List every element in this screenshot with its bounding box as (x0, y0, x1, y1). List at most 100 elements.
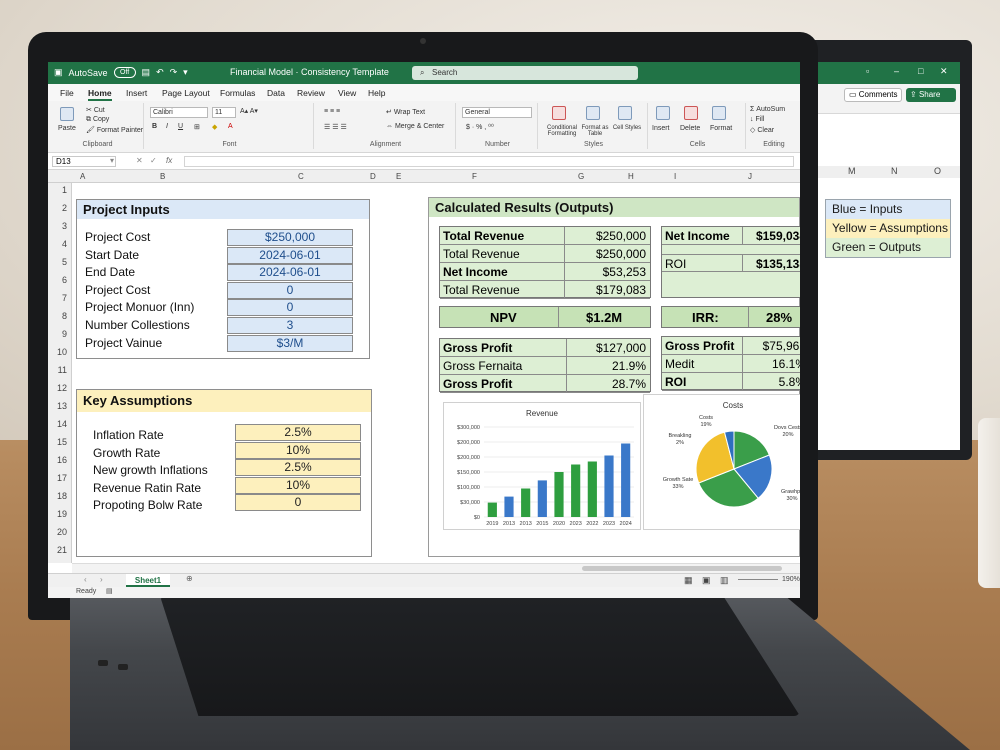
row-14[interactable]: 14 (57, 419, 67, 429)
row-19[interactable]: 19 (57, 509, 67, 519)
customize-qat-icon[interactable]: ▾ (183, 67, 188, 78)
share-button[interactable]: ⇪ Share (906, 88, 956, 102)
zoom-slider[interactable] (738, 579, 778, 580)
column-c[interactable]: C (298, 172, 304, 181)
column-h[interactable]: H (628, 172, 634, 181)
tab-scroll-right-icon[interactable]: › (100, 575, 103, 584)
sheet-tab-sheet1[interactable]: Sheet1 (126, 574, 170, 587)
input-value-cell[interactable]: 3 (227, 317, 353, 334)
revenue-bar[interactable] (537, 480, 547, 517)
name-box-dropdown-icon[interactable]: ▾ (110, 156, 114, 165)
column-o[interactable]: O (934, 166, 941, 176)
output-row[interactable]: Total Revenue $250,000 (440, 227, 650, 245)
row-2[interactable]: 2 (62, 203, 67, 213)
copy-button[interactable]: ⧉ Copy (86, 116, 109, 124)
revenue-chart[interactable]: Revenue $0 $30,000 $100,000 $150,000 $200,00… (443, 402, 641, 530)
wrap-text-button[interactable]: ↵ Wrap Text (386, 108, 425, 116)
output-row[interactable]: Gross Fernaita 21.9% (440, 357, 650, 375)
delete-cells-button[interactable]: Delete (680, 125, 700, 132)
row-15[interactable]: 15 (57, 437, 67, 447)
minimize-icon[interactable]: – (894, 66, 899, 76)
revenue-bar[interactable] (554, 472, 564, 517)
redo-icon[interactable]: ↷ (170, 67, 178, 78)
undo-icon[interactable]: ↶ (156, 67, 164, 78)
maximize-icon[interactable]: □ (918, 66, 923, 76)
borders-icon[interactable]: ⊞ (194, 123, 200, 131)
tab-help[interactable]: Help (368, 88, 385, 98)
enter-icon[interactable]: ✓ (150, 156, 157, 165)
assumption-value-cell[interactable]: 2.5% (235, 459, 361, 477)
row-9[interactable]: 9 (62, 329, 67, 339)
row-17[interactable]: 17 (57, 473, 67, 483)
align-left-icon[interactable]: ☰ ☰ ☰ (324, 123, 347, 131)
accessibility-icon[interactable]: ▤ (106, 587, 113, 595)
row-5[interactable]: 5 (62, 257, 67, 267)
output-row[interactable]: Net Income $53,253 (440, 263, 650, 281)
paste-button[interactable]: Paste (58, 125, 76, 132)
row-3[interactable]: 3 (62, 221, 67, 231)
revenue-bar[interactable] (604, 455, 614, 518)
assumption-value-cell[interactable]: 10% (235, 441, 361, 459)
formula-input[interactable] (184, 156, 794, 167)
revenue-bar[interactable] (621, 443, 631, 518)
margin-roi-table[interactable]: Gross Profit $75,965 Medit 16.1% ROI 5.8% (661, 336, 800, 391)
roi-row[interactable]: ROI $135,138 (662, 254, 800, 272)
close-icon[interactable]: ✕ (940, 66, 948, 77)
font-name-select[interactable]: Calibri (150, 107, 208, 118)
tab-insert[interactable]: Insert (126, 88, 147, 98)
font-grow-icon[interactable]: A▴ A▾ (240, 107, 258, 115)
row-6[interactable]: 6 (62, 275, 67, 285)
name-box[interactable]: D13 (52, 156, 116, 167)
italic-icon[interactable]: I (166, 123, 168, 130)
font-color-icon[interactable]: A (228, 123, 233, 130)
row-20[interactable]: 20 (57, 527, 67, 537)
align-top-icon[interactable]: ≡ ≡ ≡ (324, 108, 340, 115)
column-i[interactable]: I (674, 172, 676, 181)
assumption-value-cell[interactable]: 10% (235, 476, 361, 494)
tab-page-layout[interactable]: Page Layout (162, 88, 210, 98)
insert-cells-button[interactable]: Insert (652, 125, 670, 132)
fill-color-icon[interactable]: ◆ (212, 123, 217, 131)
npv-cell[interactable]: NPV $1.2M (439, 306, 651, 328)
tab-scroll-left-icon[interactable]: ‹ (84, 575, 87, 584)
input-value-cell[interactable]: $3/M (227, 334, 353, 352)
tab-formulas[interactable]: Formulas (220, 88, 255, 98)
revenue-bar[interactable] (571, 464, 581, 518)
delete-cells-icon[interactable] (684, 106, 698, 120)
add-sheet-icon[interactable]: ⊕ (186, 574, 193, 583)
output-row[interactable]: Total Revenue $250,000 (440, 245, 650, 263)
row-4[interactable]: 4 (62, 239, 67, 249)
tab-file[interactable]: File (60, 88, 74, 98)
conditional-formatting-button[interactable]: Conditional Formatting (542, 125, 582, 137)
paste-icon[interactable] (60, 107, 74, 121)
column-j[interactable]: J (748, 172, 752, 181)
bold-icon[interactable]: B (152, 123, 157, 130)
costs-chart[interactable]: Costs Costs 19% Dovs Cests 20% Grawhplt 30% Gr… (643, 394, 800, 530)
row-18[interactable]: 18 (57, 491, 67, 501)
column-a[interactable]: A (80, 172, 85, 181)
row-1[interactable]: 1 (62, 185, 67, 195)
cancel-icon[interactable]: ✕ (136, 156, 143, 165)
cell-styles-button[interactable]: Cell Styles (612, 125, 642, 131)
format-cells-icon[interactable] (712, 106, 726, 120)
revenue-bar[interactable] (587, 461, 597, 518)
worksheet-grid[interactable]: Project Inputs Project Cost $250,000 Start… (72, 183, 800, 563)
column-d[interactable]: D (370, 172, 376, 181)
input-value-cell[interactable]: 2024-06-01 (227, 246, 353, 264)
format-as-table-button[interactable]: Format as Table (580, 125, 610, 137)
format-as-table-icon[interactable] (586, 106, 600, 120)
row-21[interactable]: 21 (57, 545, 67, 555)
input-value-cell[interactable]: 0 (227, 299, 353, 317)
normal-view-icon[interactable]: ▦ (684, 575, 693, 586)
revenue-summary-table[interactable]: Total Revenue $250,000 Total Revenue $250,0… (439, 226, 651, 299)
output-row[interactable]: Medit 16.1% (662, 355, 800, 373)
format-cells-button[interactable]: Format (710, 125, 732, 132)
assumption-value-cell[interactable]: 2.5% (235, 424, 361, 441)
autosave-toggle[interactable]: Off (113, 67, 136, 78)
horizontal-scrollbar[interactable] (582, 566, 782, 571)
row-11[interactable]: 11 (58, 365, 67, 375)
restore-icon[interactable]: ▫ (866, 66, 869, 76)
row-13[interactable]: 13 (57, 401, 67, 411)
tab-home[interactable]: Home (88, 88, 112, 101)
gross-profit-table[interactable]: Gross Profit $127,000 Gross Fernaita 21.9% G… (439, 338, 651, 393)
